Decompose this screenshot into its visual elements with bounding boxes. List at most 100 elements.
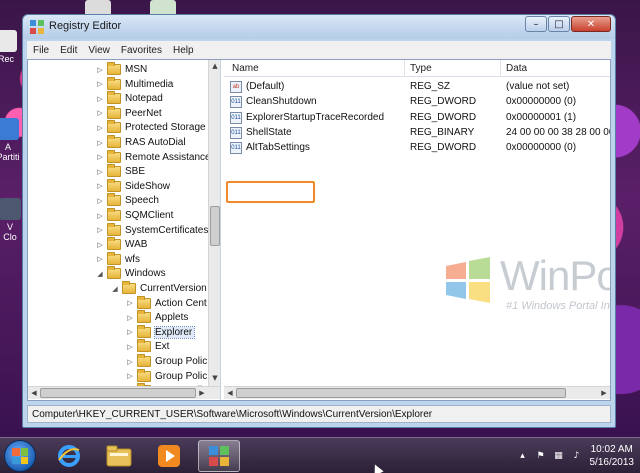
tree-item[interactable]: ▷ MSN: [96, 62, 147, 77]
tree-item[interactable]: ▷ Action Cent: [126, 295, 207, 311]
tree-item[interactable]: ▷ SQMClient: [96, 208, 173, 223]
scroll-thumb[interactable]: [236, 388, 566, 398]
key-tree-pane: ▷ MSN ▷ Multimedia ▷ Notepad ▷ PeerNet ▷ Protecte…: [28, 60, 221, 400]
taskbar-internet-explorer[interactable]: [48, 440, 90, 472]
expand-arrow-icon[interactable]: ▷: [126, 372, 134, 380]
tree-item[interactable]: ▷ Explorer: [126, 324, 196, 340]
expand-arrow-icon[interactable]: ▷: [96, 80, 104, 88]
title-bar[interactable]: Registry Editor – □ ✕: [23, 15, 615, 39]
expand-arrow-icon[interactable]: ▷: [96, 182, 104, 190]
scroll-left-arrow-icon[interactable]: ◀: [28, 389, 40, 397]
highlight-annotation: [226, 181, 315, 203]
expand-arrow-icon[interactable]: ▷: [96, 255, 104, 263]
column-divider[interactable]: [500, 60, 501, 77]
column-header-data[interactable]: Data: [506, 63, 527, 74]
tree-item[interactable]: ▷ SBE: [96, 164, 145, 179]
scroll-right-arrow-icon[interactable]: ▶: [196, 389, 208, 397]
maximize-button[interactable]: □: [548, 16, 570, 32]
folder-icon: [107, 266, 121, 280]
folder-icon: [107, 62, 121, 75]
taskbar-registry-editor[interactable]: [198, 440, 240, 472]
expand-arrow-icon[interactable]: ▷: [126, 328, 134, 336]
expand-arrow-icon[interactable]: ▷: [126, 358, 134, 366]
expand-arrow-icon[interactable]: ▷: [126, 299, 134, 307]
tree-item[interactable]: ▷ RAS AutoDial: [96, 135, 186, 150]
expand-arrow-icon[interactable]: ▷: [96, 153, 104, 161]
menu-help[interactable]: Help: [173, 45, 194, 56]
scroll-thumb[interactable]: [40, 388, 196, 398]
action-center-flag-icon[interactable]: ⚑: [536, 451, 546, 461]
menu-file[interactable]: File: [33, 45, 49, 56]
expand-arrow-icon[interactable]: ▷: [96, 139, 104, 147]
expand-arrow-icon[interactable]: ▷: [126, 343, 134, 351]
list-header: Name Type Data: [224, 60, 610, 77]
folder-icon: [107, 164, 121, 178]
tree-item[interactable]: ▷ Applets: [126, 310, 188, 325]
tree-item[interactable]: ▷ WAB: [96, 237, 147, 252]
expand-arrow-icon[interactable]: ▷: [126, 314, 134, 322]
expand-arrow-icon[interactable]: ▷: [96, 109, 104, 117]
registry-value-row[interactable]: 011 ExplorerStartupTraceRecorded REG_DWORD…: [224, 111, 610, 126]
tree-item[interactable]: ▷ SideShow: [96, 178, 171, 194]
expand-arrow-icon[interactable]: ▷: [96, 66, 104, 74]
menu-favorites[interactable]: Favorites: [121, 45, 162, 56]
network-icon[interactable]: ▦: [554, 451, 564, 461]
close-button[interactable]: ✕: [571, 16, 611, 32]
tree-item[interactable]: ▷ Ext: [126, 339, 169, 354]
tree-item[interactable]: ▷ Speech: [96, 193, 159, 208]
taskbar-windows-explorer[interactable]: [98, 440, 140, 472]
tree-item[interactable]: ▷ wfs: [96, 251, 140, 267]
show-hidden-icons-icon[interactable]: ▴: [518, 451, 528, 461]
minimize-button[interactable]: –: [525, 16, 547, 32]
collapse-arrow-icon[interactable]: ◢: [96, 270, 104, 278]
tree-item[interactable]: ◢ CurrentVersion: [111, 281, 207, 296]
value-data: 24 00 00 00 38 28 00 00 00: [506, 126, 610, 138]
tree-item[interactable]: ▷ Protected Storage S: [96, 120, 208, 135]
expand-arrow-icon[interactable]: ▷: [96, 168, 104, 176]
column-divider[interactable]: [404, 60, 405, 77]
tree-item[interactable]: ▷ Group Polic: [126, 354, 207, 369]
tree-item-label: SideShow: [125, 180, 171, 192]
folder-icon: [137, 324, 151, 338]
registry-value-row[interactable]: 011 ShellState REG_BINARY 24 00 00 00 38 28…: [224, 126, 610, 141]
list-horizontal-scrollbar[interactable]: ◀ ▶: [224, 386, 610, 399]
clock[interactable]: 10:02 AM 5/16/2013: [590, 443, 635, 469]
scroll-thumb[interactable]: [210, 206, 220, 246]
expand-arrow-icon[interactable]: ▷: [96, 241, 104, 249]
folder-icon: [107, 149, 121, 163]
expand-arrow-icon[interactable]: ▷: [96, 212, 104, 220]
tree-item[interactable]: ▷ PeerNet: [96, 105, 162, 121]
clock-time: 10:02 AM: [590, 444, 633, 455]
expand-arrow-icon[interactable]: ▷: [96, 124, 104, 132]
tree-vertical-scrollbar[interactable]: ▲ ▼: [208, 60, 220, 386]
folder-icon: [107, 76, 121, 90]
registry-value-row[interactable]: 011 AltTabSettings REG_DWORD 0x00000000 (0): [224, 141, 610, 156]
scroll-down-arrow-icon[interactable]: ▼: [209, 374, 221, 382]
tree-item[interactable]: ▷ Multimedia: [96, 76, 173, 92]
registry-value-row[interactable]: ab (Default) REG_SZ (value not set): [224, 80, 610, 95]
expand-arrow-icon[interactable]: ▷: [96, 95, 104, 103]
taskbar-media-player[interactable]: [148, 440, 190, 472]
expand-arrow-icon[interactable]: ▷: [96, 226, 104, 234]
tree-item[interactable]: ▷ Notepad: [96, 91, 163, 106]
scroll-up-arrow-icon[interactable]: ▲: [209, 62, 221, 70]
volume-icon[interactable]: ♪: [572, 451, 582, 461]
column-header-name[interactable]: Name: [232, 63, 259, 74]
scroll-right-arrow-icon[interactable]: ▶: [598, 389, 610, 397]
tree-item[interactable]: ▷ Group Polic: [126, 368, 207, 384]
registry-value-row[interactable]: 011 CleanShutdown REG_DWORD 0x00000000 (0): [224, 95, 610, 110]
menu-edit[interactable]: Edit: [60, 45, 77, 56]
desktop-icon-label: V Clo: [3, 222, 17, 242]
tree-item[interactable]: ◢ Windows: [96, 266, 166, 281]
expand-arrow-icon[interactable]: ▷: [96, 197, 104, 205]
column-header-type[interactable]: Type: [410, 63, 432, 74]
tree-item[interactable]: ▷ SystemCertificates: [96, 222, 208, 238]
start-button[interactable]: [4, 440, 36, 472]
menu-bar: File Edit View Favorites Help: [27, 41, 611, 59]
tree-item[interactable]: ▷ Remote Assistance: [96, 149, 208, 165]
folder-icon: [107, 193, 121, 207]
collapse-arrow-icon[interactable]: ◢: [111, 285, 119, 293]
tree-horizontal-scrollbar[interactable]: ◀ ▶: [28, 386, 220, 399]
scroll-left-arrow-icon[interactable]: ◀: [224, 389, 236, 397]
menu-view[interactable]: View: [88, 45, 110, 56]
